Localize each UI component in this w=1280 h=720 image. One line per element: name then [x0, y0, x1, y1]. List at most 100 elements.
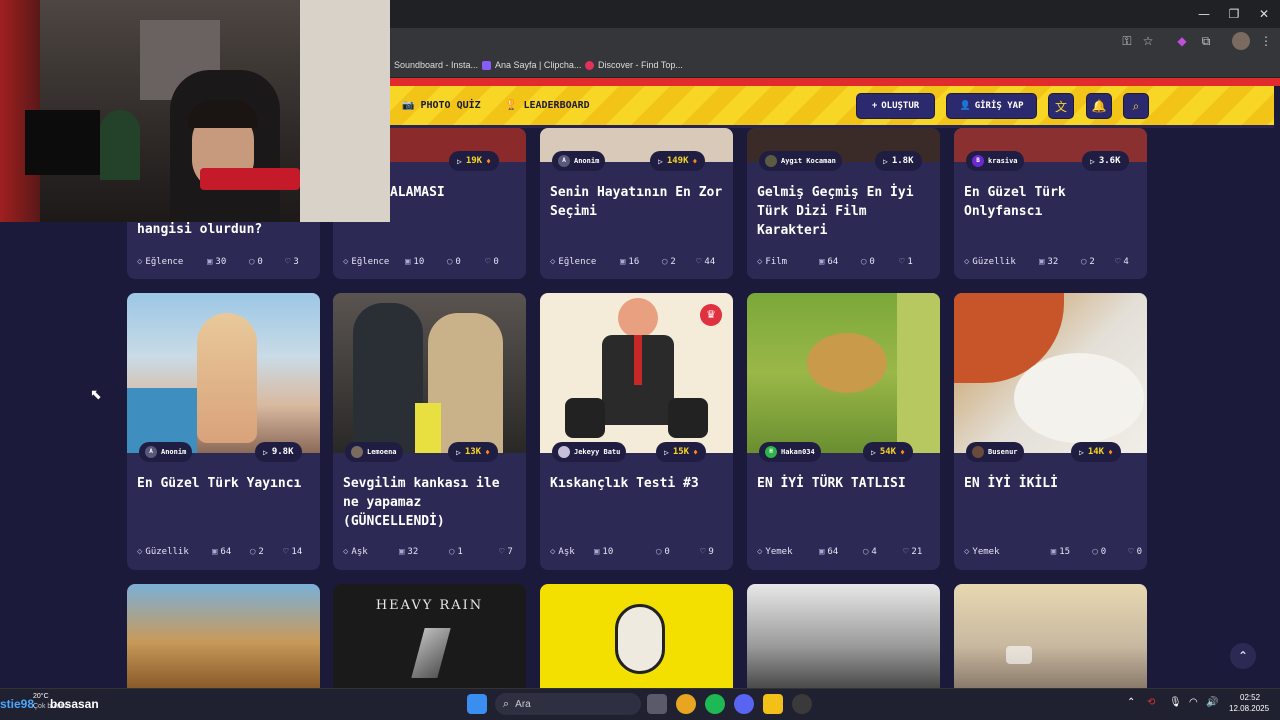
quiz-card[interactable]	[127, 584, 320, 688]
header-accent-line	[390, 78, 1280, 86]
tag-icon: ◇	[137, 547, 143, 557]
taskbar-search[interactable]: ⌕ Ara	[495, 693, 641, 715]
quiz-card[interactable]: H Hakan034 ▷ 54K ♦ EN İYİ TÜRK TATLISI ◇ Yem…	[747, 293, 940, 570]
card-image	[747, 584, 940, 688]
heart-icon: ♡	[700, 547, 706, 557]
translate-icon[interactable]: 文	[1048, 93, 1074, 119]
author-badge: Lemoena	[345, 442, 403, 462]
tag-icon: ◇	[757, 257, 763, 267]
tag-icon: ◇	[343, 257, 349, 267]
clock-time[interactable]: 02:52	[1240, 693, 1260, 702]
scroll-to-top-button[interactable]: ⌃	[1230, 643, 1256, 669]
close-icon[interactable]: ✕	[1254, 4, 1274, 24]
steam-icon[interactable]	[792, 694, 812, 714]
card-title: EN İYİ İKİLİ	[964, 476, 1058, 491]
menu-kebab-icon[interactable]: ⋮	[1257, 32, 1275, 50]
quiz-card[interactable]	[954, 584, 1147, 688]
quiz-card[interactable]: ♛ Jekeyy Batu ▷ 15K ♦ Kıskançlık Testi #3 …	[540, 293, 733, 570]
card-image	[954, 584, 1147, 688]
tray-app-icon[interactable]: ⟲	[1147, 697, 1155, 708]
card-image	[540, 584, 733, 688]
heavy-rain-logo: HEAVY RAIN	[375, 598, 484, 613]
comment-icon: ◯	[656, 547, 662, 557]
quiz-card[interactable]	[540, 584, 733, 688]
card-meta: ◇ Güzellik ▣ 64 ◯ 2 ♡ 14	[137, 547, 303, 557]
maximize-icon[interactable]: ❐	[1224, 4, 1244, 24]
author-badge: Busenur	[966, 442, 1024, 462]
quiz-card[interactable]: A Anonim ▷ 149K ♦ Senin Hayatının En Zor Se…	[540, 128, 733, 279]
search-icon[interactable]: ⌕	[1123, 93, 1149, 119]
quiz-card[interactable]: A Anonim ▷ 9.8K En Güzel Türk Yayıncı ◇ Güz…	[127, 293, 320, 570]
heart-icon: ♡	[903, 547, 909, 557]
card-title: Sevgilim kankası ile ne yapamaz (GÜNCELL…	[343, 476, 500, 529]
play-icon: ▷	[871, 447, 876, 457]
overlay-prefix: stie98	[0, 697, 35, 711]
profile-avatar[interactable]	[1232, 32, 1250, 50]
card-meta: ◇ Eğlence ▣ 30 ◯ 0 ♡ 3	[137, 257, 299, 267]
search-placeholder: Ara	[515, 698, 531, 710]
play-count: ▷ 14K ♦	[1071, 442, 1121, 462]
nav-photo-quiz[interactable]: 📷 PHOTO QUİZ	[402, 100, 481, 111]
minimize-icon[interactable]: —	[1194, 4, 1214, 24]
clock-date[interactable]: 12.08.2025	[1229, 704, 1269, 713]
quiz-card[interactable]	[747, 584, 940, 688]
fire-icon: ♦	[900, 447, 905, 457]
play-icon: ▷	[457, 156, 462, 166]
play-count: ▷ 54K ♦	[863, 442, 913, 462]
images-icon: ▣	[399, 547, 405, 557]
spotify-icon[interactable]	[705, 694, 725, 714]
extension-icon[interactable]: ◆	[1173, 32, 1191, 50]
heart-icon: ♡	[696, 257, 702, 267]
bookmark-item[interactable]: Discover - Find Top...	[585, 60, 683, 70]
windows-start-icon[interactable]	[467, 694, 487, 714]
task-view-icon[interactable]	[647, 694, 667, 714]
bookmark-favicon-icon	[482, 60, 491, 70]
wifi-icon[interactable]: ◠	[1189, 697, 1198, 708]
volume-icon[interactable]: 🔊	[1206, 697, 1218, 708]
card-meta: ◇ Eğlence ▣ 10 ◯ 0 ♡ 0	[343, 257, 499, 267]
file-explorer-icon[interactable]	[763, 694, 783, 714]
quiz-card[interactable]: Lemoena ▷ 13K ♦ Sevgilim kankası ile ne ya…	[333, 293, 526, 570]
chrome-icon[interactable]	[676, 694, 696, 714]
heart-icon: ♡	[899, 257, 905, 267]
heart-icon: ♡	[283, 547, 289, 557]
bell-icon[interactable]: 🔔	[1086, 93, 1112, 119]
images-icon: ▣	[207, 257, 213, 267]
tag-icon: ◇	[964, 547, 970, 557]
card-title: EN İYİ TÜRK TATLISI	[757, 476, 906, 491]
author-badge: Jekeyy Batu	[552, 442, 627, 462]
card-title: Gelmiş Geçmiş En İyi Türk Dizi Film Kara…	[757, 185, 914, 238]
discord-icon[interactable]	[734, 694, 754, 714]
tag-icon: ◇	[550, 547, 556, 557]
key-icon[interactable]: ⚿	[1118, 32, 1136, 50]
heart-icon: ♡	[1115, 257, 1121, 267]
play-icon: ▷	[1079, 447, 1084, 457]
microphone-icon[interactable]: 🎙	[1169, 697, 1182, 708]
trophy-icon: 🏆	[505, 100, 518, 111]
create-button[interactable]: + OLUŞTUR	[856, 93, 935, 119]
tag-icon: ◇	[137, 257, 143, 267]
comment-icon: ◯	[1092, 547, 1098, 557]
weather-temp[interactable]: 20°C	[33, 693, 49, 700]
camera-icon: 📷	[402, 100, 415, 111]
quiz-card[interactable]: Bkrasiva ▷ 3.6K En Güzel Türk Onlyfanscı …	[954, 128, 1147, 279]
card-image: HEAVY RAIN	[333, 584, 526, 688]
images-icon: ▣	[819, 257, 825, 267]
card-image	[333, 293, 526, 453]
puzzle-icon[interactable]: ⧉	[1197, 32, 1215, 50]
star-icon[interactable]: ☆	[1139, 32, 1157, 50]
bookmark-item[interactable]: Soundboard - Insta...	[394, 60, 478, 70]
card-title: En Güzel Türk Onlyfanscı	[964, 185, 1066, 219]
bookmark-item[interactable]: Ana Sayfa | Clipcha...	[482, 60, 581, 70]
play-count: ▷ 19K ♦	[449, 151, 499, 171]
login-button[interactable]: 👤 GİRİŞ YAP	[946, 93, 1037, 119]
fire-icon: ♦	[486, 156, 491, 166]
quiz-card[interactable]: Aygıt Kocaman ▷ 1.8K Gelmiş Geçmiş En İyi…	[747, 128, 940, 279]
images-icon: ▣	[594, 547, 600, 557]
images-icon: ▣	[1039, 257, 1045, 267]
comment-icon: ◯	[249, 257, 255, 267]
tray-arrow-icon[interactable]: ⌃	[1127, 697, 1135, 708]
quiz-card[interactable]: Busenur ▷ 14K ♦ EN İYİ İKİLİ ◇ Yemek ▣ 15 ◯ 0…	[954, 293, 1147, 570]
nav-leaderboard[interactable]: 🏆 LEADERBOARD	[505, 100, 590, 111]
quiz-card[interactable]: HEAVY RAIN	[333, 584, 526, 688]
